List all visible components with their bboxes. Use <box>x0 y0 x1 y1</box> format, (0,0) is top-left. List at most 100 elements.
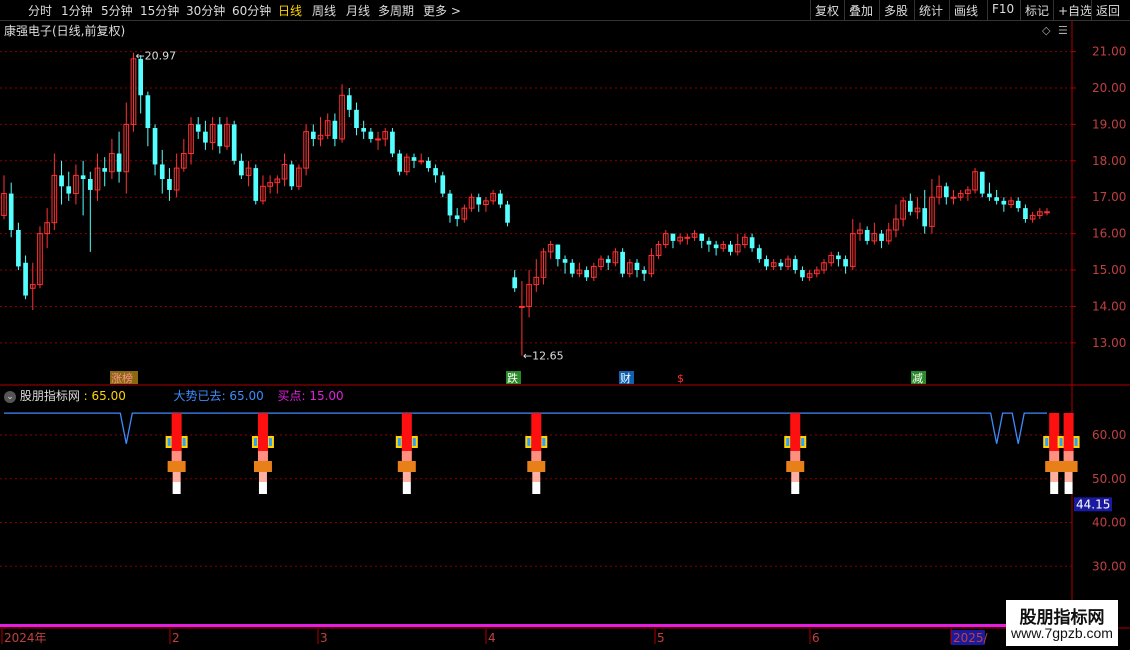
candle-body <box>152 128 158 165</box>
price-tick-label: 20.00 <box>1092 81 1126 95</box>
candle-body <box>634 262 640 271</box>
low-price-label: ←12.65 <box>523 350 564 363</box>
time-label: 6 <box>812 631 820 645</box>
candle-body <box>454 215 460 220</box>
candle-body <box>684 236 691 239</box>
candle-body <box>116 153 122 172</box>
candle-body <box>447 193 453 216</box>
candle-body <box>764 259 769 267</box>
candle-body <box>397 153 402 172</box>
price-tick-label: 19.00 <box>1092 117 1126 131</box>
candle-body <box>505 204 510 223</box>
buy-signal-marker <box>784 413 807 494</box>
candle-body <box>778 262 784 267</box>
candle-body <box>1023 208 1028 220</box>
candle-body <box>368 131 374 139</box>
buy-signal-marker <box>251 413 274 494</box>
time-label: 4 <box>488 631 496 645</box>
candle-body <box>167 179 172 190</box>
price-tick-label: 14.00 <box>1092 299 1126 313</box>
candle-body <box>749 237 755 249</box>
candle-body <box>800 270 805 278</box>
candle-body <box>987 193 992 198</box>
candle-body <box>562 259 568 263</box>
candle-body <box>390 131 395 154</box>
candle-body <box>699 233 705 241</box>
collapse-icon[interactable]: ⌄ <box>4 390 16 403</box>
candle-body <box>864 229 870 241</box>
candle-body <box>145 95 151 129</box>
buy-signal-marker <box>1043 413 1066 494</box>
time-label: 2 <box>172 631 180 645</box>
candle-body <box>979 171 985 194</box>
candle-body <box>569 262 575 274</box>
candle-body <box>159 164 165 180</box>
candle-body <box>555 244 561 260</box>
candle-body <box>59 175 64 187</box>
buy-signal-marker <box>1057 413 1080 494</box>
event-marker: 涨榜 <box>111 371 133 385</box>
event-marker: 财 <box>620 371 631 385</box>
time-range-bar <box>0 624 1047 627</box>
buy-signal-marker <box>165 413 188 494</box>
indicator-name: 股朋指标网 <box>19 389 80 403</box>
high-price-label: ←20.97 <box>135 50 176 63</box>
indicator-tick-label: 30.00 <box>1092 559 1126 573</box>
candle-body <box>411 157 417 161</box>
candle-body <box>943 186 949 198</box>
watermark-logo: 股朋指标网 www.7gpzb.com <box>1006 600 1118 646</box>
candle-body <box>289 164 295 187</box>
candle-body <box>994 197 999 201</box>
time-label: 5 <box>657 631 665 645</box>
candle-body <box>433 168 438 176</box>
candle-body <box>440 175 446 194</box>
candle-body <box>836 255 841 260</box>
menu-icon: ☰ <box>1058 24 1068 37</box>
indicator-tick-label: 40.00 <box>1092 516 1126 530</box>
candle-body <box>195 124 201 132</box>
candle-body <box>310 131 316 139</box>
candle-body <box>138 58 144 96</box>
candle-body <box>843 259 848 267</box>
event-marker: $ <box>677 372 684 385</box>
candle-body <box>512 277 518 289</box>
candle-body <box>87 179 93 190</box>
candle-body <box>217 124 223 147</box>
kline-chart[interactable]: 21.00 20.00 19.00 18.00 17.00 16.00 15.00 14.00… <box>0 0 1130 650</box>
candle-body <box>332 120 338 139</box>
candle-body <box>792 259 798 271</box>
candle-body <box>23 262 28 296</box>
candle-body <box>706 240 712 245</box>
candle-body <box>605 259 611 263</box>
candle-body <box>1001 200 1007 205</box>
candle-body <box>102 168 108 172</box>
candle-body <box>950 196 957 199</box>
candle-body <box>346 95 352 110</box>
buy-signal-marker <box>395 413 418 494</box>
candle-body <box>728 244 733 252</box>
candle-body <box>231 124 237 161</box>
candle-body <box>641 270 647 274</box>
candle-body <box>361 128 366 132</box>
candle-body <box>519 305 525 308</box>
candle-body <box>756 248 762 260</box>
candle-body <box>80 175 86 180</box>
candle-body <box>16 229 21 267</box>
price-tick-label: 13.00 <box>1092 336 1126 350</box>
candle-body <box>584 270 589 278</box>
event-marker: 跌 <box>507 371 518 385</box>
indicator-title: ⌄ 股朋指标网 : 65.00 大势已去: 65.00 买点: 15.00 <box>4 387 344 404</box>
price-tick-label: 15.00 <box>1092 263 1126 277</box>
current-value-label: 44.15 <box>1076 497 1110 511</box>
candle-body <box>922 208 928 227</box>
candle-body <box>497 193 503 205</box>
price-tick-label: 21.00 <box>1092 45 1126 59</box>
candle-body <box>476 197 482 205</box>
buy-signal-marker <box>525 413 548 494</box>
time-label: 3 <box>320 631 328 645</box>
diamond-icon: ◇ <box>1042 24 1051 37</box>
candle-body <box>620 251 625 274</box>
candle-body <box>1044 211 1050 214</box>
candle-body <box>253 168 259 201</box>
price-tick-label: 17.00 <box>1092 190 1126 204</box>
